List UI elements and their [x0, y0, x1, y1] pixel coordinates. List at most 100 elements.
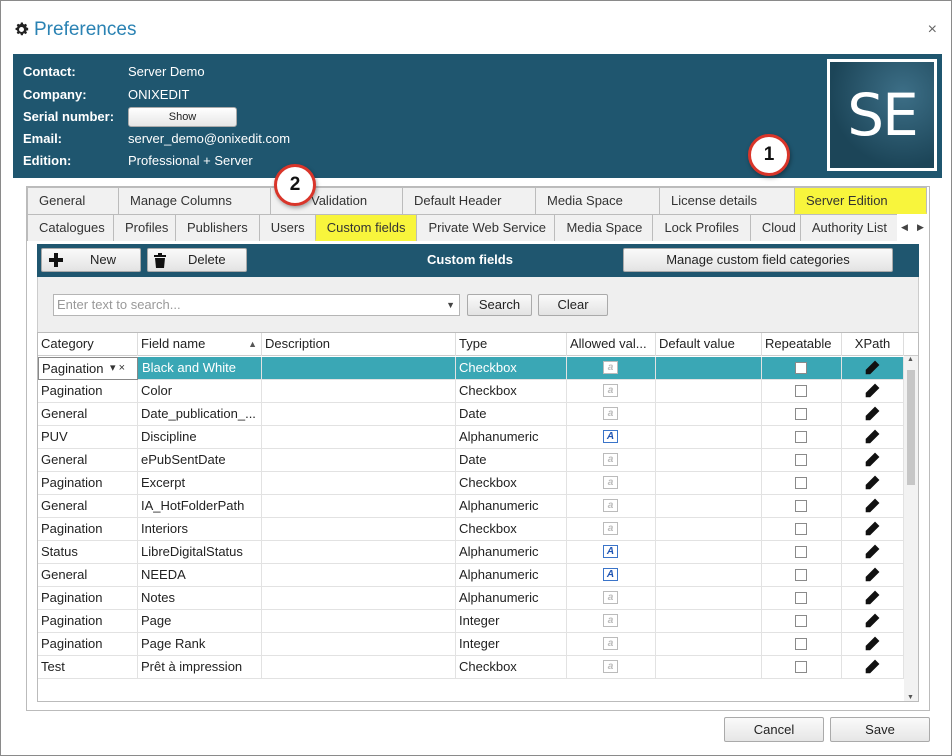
pencil-icon[interactable]: [864, 613, 880, 629]
manage-categories-button[interactable]: Manage custom field categories: [623, 248, 893, 272]
tab-lock-profiles[interactable]: Lock Profiles: [652, 214, 751, 241]
pencil-icon[interactable]: [864, 452, 880, 468]
pencil-icon[interactable]: [864, 498, 880, 514]
tab-general[interactable]: General: [27, 187, 119, 214]
search-input[interactable]: Enter text to search... ▼: [53, 294, 460, 316]
repeatable-checkbox[interactable]: [795, 661, 807, 673]
tab-publishers[interactable]: Publishers: [175, 214, 260, 241]
tab-server-edition[interactable]: Server Edition: [794, 187, 927, 214]
tab-scroll-left-icon[interactable]: ◀: [901, 222, 908, 233]
pencil-icon[interactable]: [864, 659, 880, 675]
repeatable-checkbox[interactable]: [795, 385, 807, 397]
allowed-values-empty-icon[interactable]: a: [603, 522, 618, 535]
table-row[interactable]: Pagination Black and White Checkbox a ▾ ×: [38, 357, 904, 380]
pencil-icon[interactable]: [864, 590, 880, 606]
table-row[interactable]: General NEEDA Alphanumeric A: [38, 564, 904, 587]
tab-profiles[interactable]: Profiles: [113, 214, 176, 241]
chevron-down-icon[interactable]: ▼: [446, 295, 455, 315]
table-row[interactable]: Pagination Color Checkbox a: [38, 380, 904, 403]
pencil-icon[interactable]: [864, 636, 880, 652]
table-row[interactable]: Pagination Page Rank Integer a: [38, 633, 904, 656]
search-button[interactable]: Search: [467, 294, 532, 316]
table-row[interactable]: Pagination Notes Alphanumeric a: [38, 587, 904, 610]
table-row[interactable]: General IA_HotFolderPath Alphanumeric a: [38, 495, 904, 518]
new-button[interactable]: New: [41, 248, 141, 272]
allowed-values-empty-icon[interactable]: a: [603, 407, 618, 420]
tab-catalogues[interactable]: Catalogues: [27, 214, 114, 241]
scroll-down-icon[interactable]: ▼: [907, 694, 914, 701]
repeatable-checkbox[interactable]: [795, 431, 807, 443]
tab-cloud[interactable]: Cloud: [749, 214, 801, 241]
pencil-icon[interactable]: [864, 544, 880, 560]
tab-manage-columns[interactable]: Manage Columns: [118, 187, 271, 214]
pencil-icon[interactable]: [864, 475, 880, 491]
col-type[interactable]: Type: [456, 333, 567, 356]
allowed-values-set-icon[interactable]: A: [603, 545, 618, 558]
repeatable-checkbox[interactable]: [795, 523, 807, 535]
table-row[interactable]: Pagination Excerpt Checkbox a: [38, 472, 904, 495]
tab-media-space-top[interactable]: Media Space: [535, 187, 660, 214]
table-row[interactable]: Status LibreDigitalStatus Alphanumeric A: [38, 541, 904, 564]
col-xpath[interactable]: XPath: [842, 333, 904, 356]
tab-scroll-right-icon[interactable]: ▶: [917, 222, 924, 233]
pencil-icon[interactable]: [864, 360, 880, 376]
allowed-values-empty-icon[interactable]: a: [603, 453, 618, 466]
col-allowed-values[interactable]: Allowed val...: [567, 333, 656, 356]
table-row[interactable]: PUV Discipline Alphanumeric A: [38, 426, 904, 449]
repeatable-checkbox[interactable]: [795, 454, 807, 466]
pencil-icon[interactable]: [864, 383, 880, 399]
allowed-values-empty-icon[interactable]: a: [603, 476, 618, 489]
allowed-values-empty-icon[interactable]: a: [603, 637, 618, 650]
col-default-value[interactable]: Default value: [656, 333, 762, 356]
tab-license-details[interactable]: License details: [659, 187, 795, 214]
repeatable-checkbox[interactable]: [795, 546, 807, 558]
save-button[interactable]: Save: [830, 717, 930, 742]
col-category[interactable]: Category: [38, 333, 138, 356]
table-row[interactable]: General ePubSentDate Date a: [38, 449, 904, 472]
tab-custom-fields[interactable]: Custom fields: [314, 214, 418, 241]
pencil-icon[interactable]: [864, 406, 880, 422]
repeatable-checkbox[interactable]: [795, 362, 807, 374]
repeatable-checkbox[interactable]: [795, 477, 807, 489]
scroll-up-icon[interactable]: ▲: [907, 356, 914, 363]
allowed-values-set-icon[interactable]: A: [603, 430, 618, 443]
table-row[interactable]: Pagination Page Integer a: [38, 610, 904, 633]
tab-private-web-service[interactable]: Private Web Service: [416, 214, 556, 241]
col-description[interactable]: Description: [262, 333, 456, 356]
repeatable-checkbox[interactable]: [795, 615, 807, 627]
repeatable-checkbox[interactable]: [795, 569, 807, 581]
allowed-values-empty-icon[interactable]: a: [603, 660, 618, 673]
allowed-values-empty-icon[interactable]: a: [603, 384, 618, 397]
repeatable-checkbox[interactable]: [795, 500, 807, 512]
repeatable-checkbox[interactable]: [795, 638, 807, 650]
col-repeatable[interactable]: Repeatable: [762, 333, 842, 356]
tab-users[interactable]: Users: [258, 214, 316, 241]
table-row[interactable]: Test Prêt à impression Checkbox a: [38, 656, 904, 679]
col-field-name[interactable]: Field name ▲: [138, 333, 262, 356]
allowed-values-empty-icon[interactable]: a: [603, 614, 618, 627]
allowed-values-empty-icon[interactable]: a: [603, 499, 618, 512]
email-value: server_demo@onixedit.com: [128, 131, 291, 146]
repeatable-checkbox[interactable]: [795, 592, 807, 604]
pencil-icon[interactable]: [864, 429, 880, 445]
tab-authority-list[interactable]: Authority List: [799, 214, 897, 241]
vertical-scrollbar[interactable]: ▲ ▼: [904, 356, 918, 701]
allowed-values-set-icon[interactable]: A: [603, 568, 618, 581]
show-serial-button[interactable]: Show: [128, 107, 237, 127]
delete-button[interactable]: Delete: [147, 248, 247, 272]
tab-default-header[interactable]: Default Header: [402, 187, 536, 214]
pencil-icon[interactable]: [864, 521, 880, 537]
pencil-icon[interactable]: [864, 567, 880, 583]
table-row[interactable]: Pagination Interiors Checkbox a: [38, 518, 904, 541]
clear-button[interactable]: Clear: [538, 294, 608, 316]
allowed-values-empty-icon[interactable]: a: [603, 591, 618, 604]
tab-media-space-sub[interactable]: Media Space: [554, 214, 654, 241]
table-row[interactable]: General Date_publication_... Date a: [38, 403, 904, 426]
cancel-button[interactable]: Cancel: [724, 717, 824, 742]
repeatable-checkbox[interactable]: [795, 408, 807, 420]
cell-default: [656, 587, 762, 610]
category-combo-controls-icon[interactable]: ▾ ×: [110, 357, 125, 379]
scrollbar-thumb[interactable]: [907, 370, 915, 485]
close-icon[interactable]: ×: [928, 21, 937, 39]
allowed-values-empty-icon[interactable]: a: [603, 361, 618, 374]
